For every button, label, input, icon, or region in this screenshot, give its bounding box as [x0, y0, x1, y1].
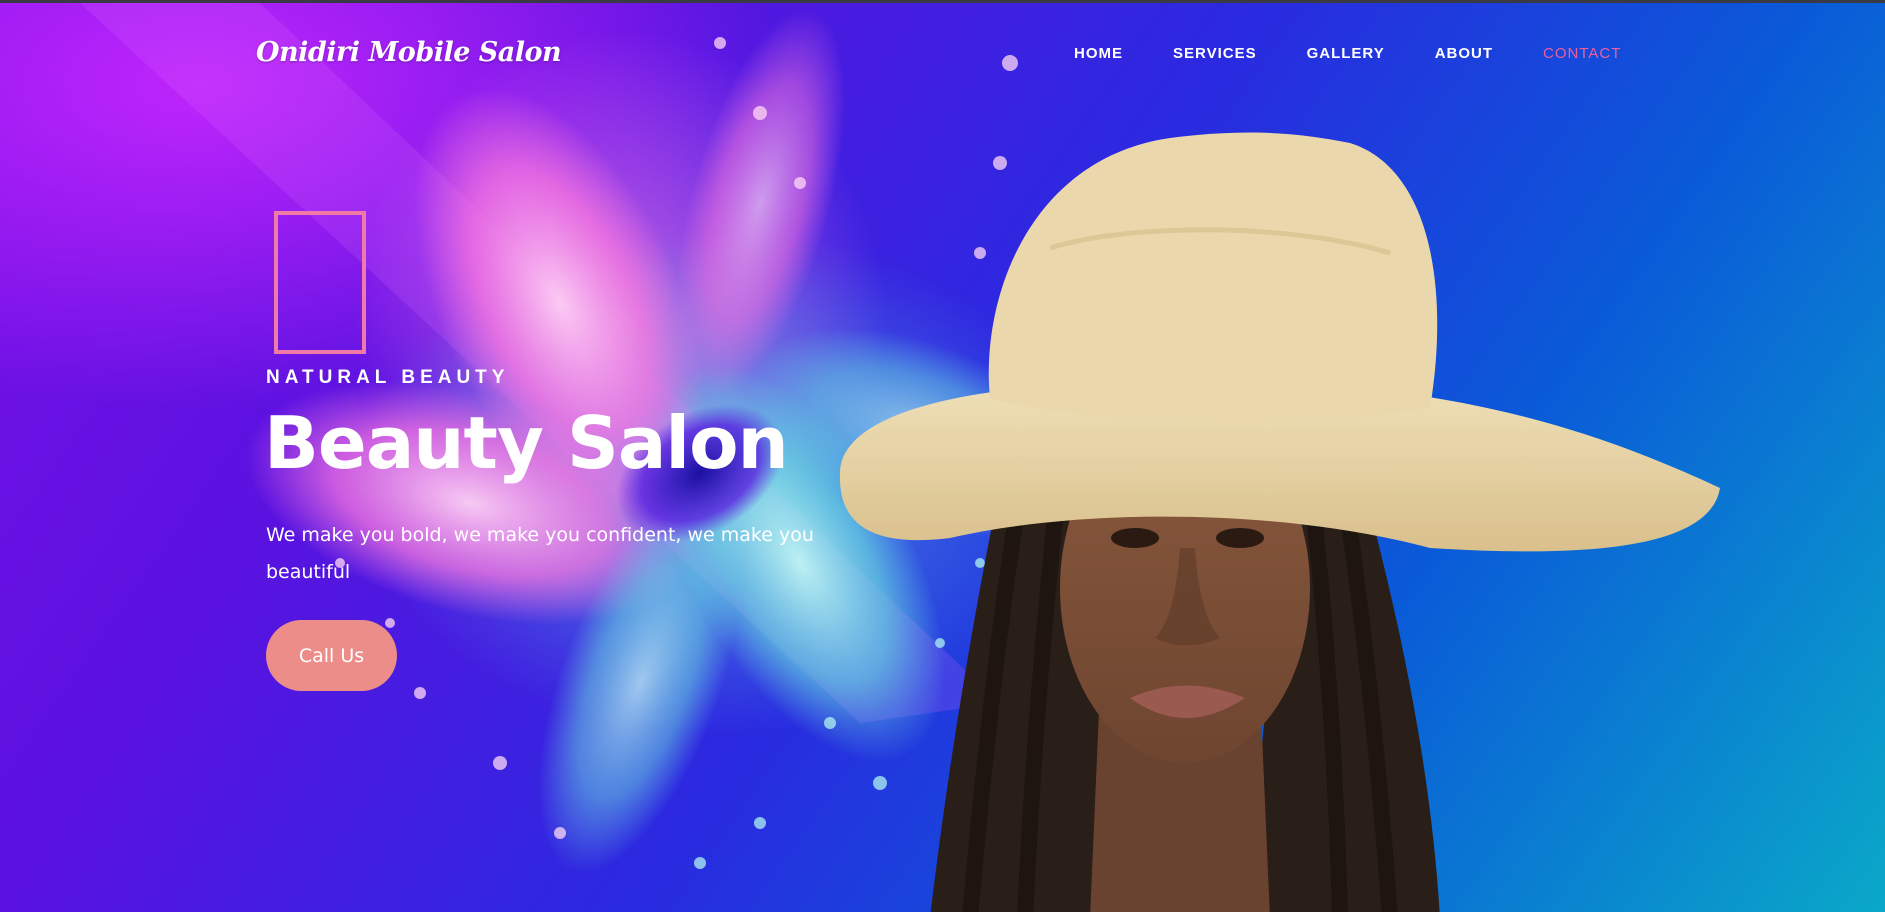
nav-item-gallery[interactable]: GALLERY [1307, 45, 1385, 62]
hero-section: Onidiri Mobile Salon HOME SERVICES GALLE… [0, 3, 1885, 912]
hero-tagline: We make you bold, we make you confident,… [266, 524, 814, 583]
nav-item-contact[interactable]: CONTACT [1543, 45, 1621, 62]
model-portrait-image [839, 132, 1720, 912]
nav-item-services[interactable]: SERVICES [1173, 45, 1257, 62]
site-logo[interactable]: Onidiri Mobile Salon [256, 37, 562, 68]
hero-eyebrow: NATURAL BEAUTY [266, 367, 510, 388]
browser-top-border [0, 0, 1885, 3]
nav-menu: HOME SERVICES GALLERY ABOUT CONTACT [1074, 45, 1671, 62]
nav-item-about[interactable]: ABOUT [1435, 45, 1493, 62]
hero-title: Beauty Salon [264, 401, 789, 485]
nav-item-home[interactable]: HOME [1074, 45, 1123, 62]
outline-rectangle-icon [274, 211, 366, 354]
call-us-button[interactable]: Call Us [266, 620, 397, 691]
main-navigation: Onidiri Mobile Salon HOME SERVICES GALLE… [0, 3, 1885, 103]
